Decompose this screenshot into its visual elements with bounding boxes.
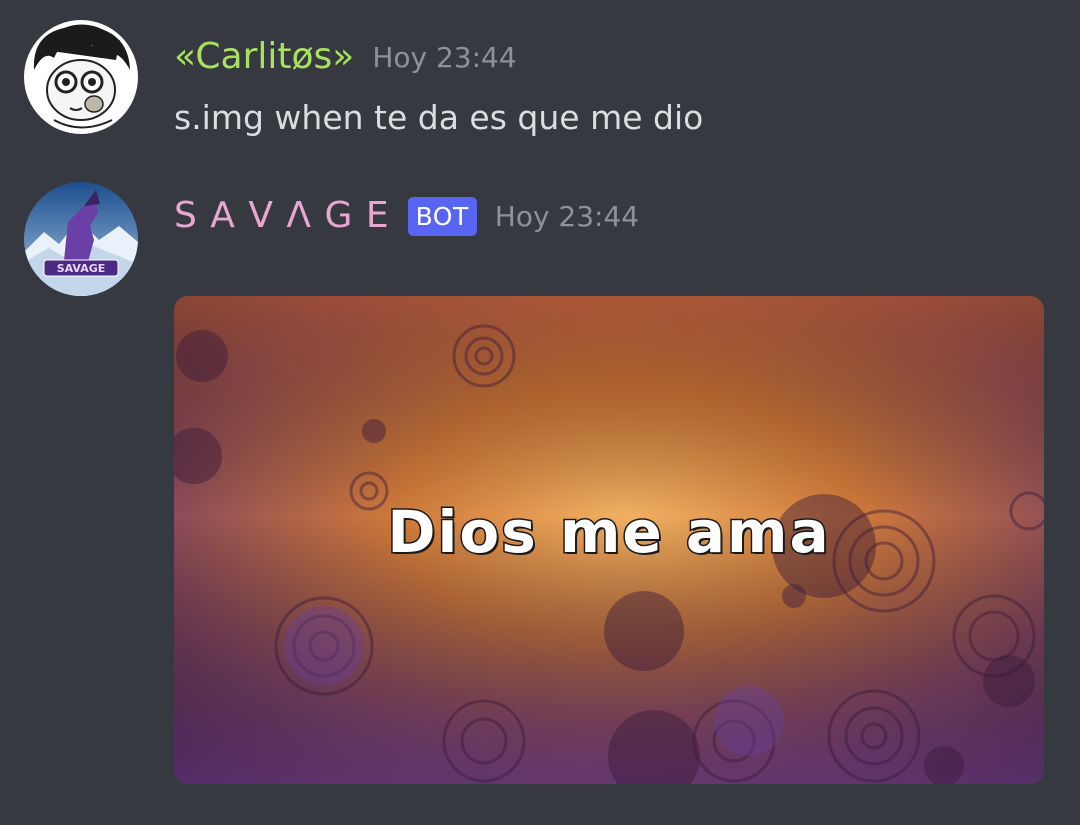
user-avatar[interactable]: [24, 20, 138, 134]
username[interactable]: S A V Λ G E: [174, 194, 390, 238]
bot-badge: BOT: [407, 196, 477, 236]
message-text: s.img when te da es que me dio: [174, 98, 704, 137]
message-timestamp: Hoy 23:44: [494, 199, 640, 233]
message-carlitos: «Carlitøs» Hoy 23:44 s.img when te da es…: [0, 0, 1080, 160]
howling-wolf-logo-icon: SAVAGE: [24, 182, 138, 296]
cartoon-face-icon: [24, 20, 138, 134]
savage-logo-text: SAVAGE: [57, 262, 106, 275]
message-timestamp: Hoy 23:44: [372, 40, 517, 74]
image-caption: Dios me ama: [386, 497, 831, 568]
bot-avatar[interactable]: SAVAGE: [24, 182, 138, 296]
username[interactable]: «Carlitøs»: [174, 35, 354, 79]
embedded-image[interactable]: Dios me ama: [174, 296, 1044, 784]
